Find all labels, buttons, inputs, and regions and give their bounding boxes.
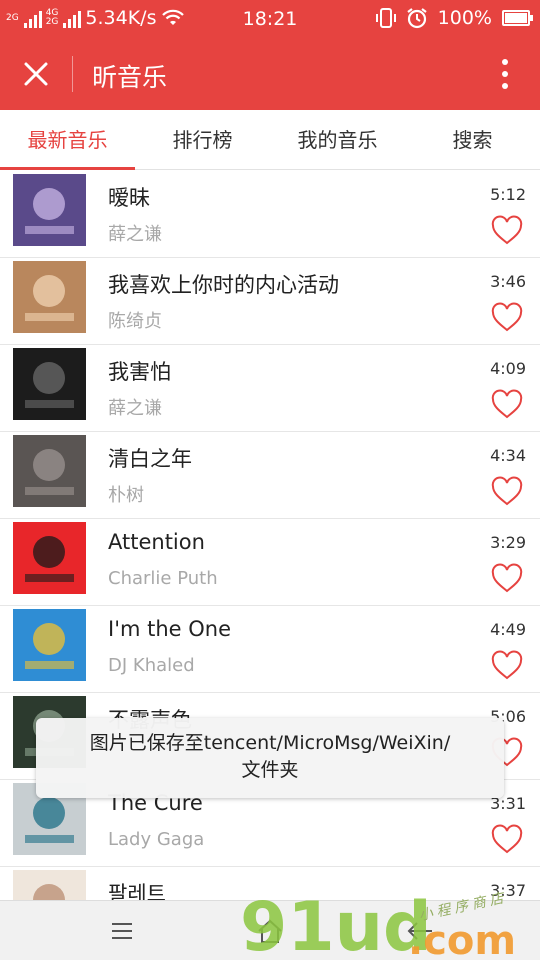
battery-icon <box>502 10 533 26</box>
network-type: 2G <box>6 12 19 23</box>
back-button[interactable] <box>400 913 440 949</box>
song-title: I'm the One <box>108 617 231 641</box>
system-nav-bar <box>0 900 540 960</box>
toast-line-2: 文件夹 <box>241 759 299 781</box>
song-singer: 薛之谦 <box>108 224 162 245</box>
favorite-heart-icon[interactable] <box>491 215 523 245</box>
network-type-3: 2G <box>45 17 59 27</box>
album-cover <box>13 435 86 507</box>
album-cover <box>13 348 86 420</box>
tab-0[interactable]: 最新音乐 <box>0 110 135 170</box>
status-bar: 2G 4G 2G 5.34K/s 18:21 100% <box>0 0 540 38</box>
song-title: 清白之年 <box>108 447 192 471</box>
song-singer: 薛之谦 <box>108 398 162 419</box>
status-left: 2G 4G 2G 5.34K/s <box>6 7 185 29</box>
vibrate-icon <box>375 8 396 28</box>
song-duration: 3:29 <box>490 533 526 552</box>
title-divider <box>72 56 73 92</box>
song-singer: 朴树 <box>108 485 144 506</box>
favorite-heart-icon[interactable] <box>491 824 523 854</box>
home-button[interactable] <box>250 913 290 949</box>
network-type-stack: 4G 2G <box>46 9 59 27</box>
song-duration: 3:46 <box>490 272 526 291</box>
favorite-heart-icon[interactable] <box>491 302 523 332</box>
network-type-1: 2G <box>6 12 19 23</box>
song-title: Attention <box>108 530 205 554</box>
wifi-icon <box>162 9 185 25</box>
song-duration: 4:09 <box>490 359 526 378</box>
favorite-heart-icon[interactable] <box>491 476 523 506</box>
song-row[interactable]: 暧昧薛之谦 5:12 <box>0 171 540 258</box>
toast-line-1: 图片已保存至tencent/MicroMsg/WeiXin/ <box>89 732 451 754</box>
back-arrow-icon <box>407 922 432 940</box>
more-dot-icon <box>502 83 508 89</box>
song-duration: 4:34 <box>490 446 526 465</box>
song-row[interactable]: I'm the One DJ Khaled 4:49 <box>0 606 540 693</box>
tab-2[interactable]: 我的音乐 <box>270 110 405 169</box>
tab-3[interactable]: 搜索 <box>405 110 540 169</box>
battery-percent: 100% <box>437 7 492 29</box>
favorite-heart-icon[interactable] <box>491 389 523 419</box>
menu-button[interactable] <box>102 913 142 949</box>
menu-icon <box>112 923 132 939</box>
album-cover <box>13 261 86 333</box>
song-row[interactable]: 我喜欢上你时的内心活动 陈绮贞 3:46 <box>0 258 540 345</box>
signal-icon-2 <box>63 8 82 28</box>
song-singer: Lady Gaga <box>108 829 205 850</box>
album-cover <box>13 609 86 681</box>
more-dot-icon <box>502 71 508 77</box>
app-title: 昕音乐 <box>92 63 168 92</box>
song-title: 我害怕 <box>108 360 171 384</box>
song-duration: 3:37 <box>490 881 526 900</box>
more-dot-icon <box>502 59 508 65</box>
network-speed: 5.34K/s <box>85 7 157 29</box>
battery-fill <box>505 13 527 23</box>
song-row[interactable]: Attention Charlie Puth 3:29 <box>0 519 540 606</box>
song-list: 暧昧 薛之谦 5:12 我喜欢上你时的内心活动 陈绮贞 3:46 我害怕 薛之谦 4:09 清白之… <box>0 171 540 954</box>
favorite-heart-icon[interactable] <box>491 650 523 680</box>
song-duration: 4:49 <box>490 620 526 639</box>
toast-message: 图片已保存至tencent/MicroMsg/WeiXin/ 文件夹 <box>36 718 504 798</box>
favorite-heart-icon[interactable] <box>491 563 523 593</box>
song-row[interactable]: 我害怕薛之谦 4:09 <box>0 345 540 432</box>
song-row[interactable]: 清白之年朴树 4:34 <box>0 432 540 519</box>
close-icon <box>24 62 48 86</box>
tab-1[interactable]: 排行榜 <box>135 110 270 169</box>
song-singer: Charlie Puth <box>108 568 218 589</box>
song-title: 暧昧 <box>108 186 150 210</box>
home-icon <box>258 919 282 943</box>
signal-icon <box>23 8 42 28</box>
tab-bar: 最新音乐 排行榜 我的音乐 搜索 <box>0 110 540 170</box>
album-cover <box>13 522 86 594</box>
status-right: 100% <box>375 7 533 29</box>
close-button[interactable] <box>16 54 56 94</box>
song-title: 我喜欢上你时的内心活动 <box>108 273 339 297</box>
alarm-icon <box>407 8 427 29</box>
song-duration: 5:12 <box>490 185 526 204</box>
album-cover <box>13 174 86 246</box>
more-menu-button[interactable] <box>490 56 520 92</box>
song-singer: DJ Khaled <box>108 655 195 676</box>
song-singer: 陈绮贞 <box>108 311 162 332</box>
app-bar: 昕音乐 <box>0 38 540 110</box>
